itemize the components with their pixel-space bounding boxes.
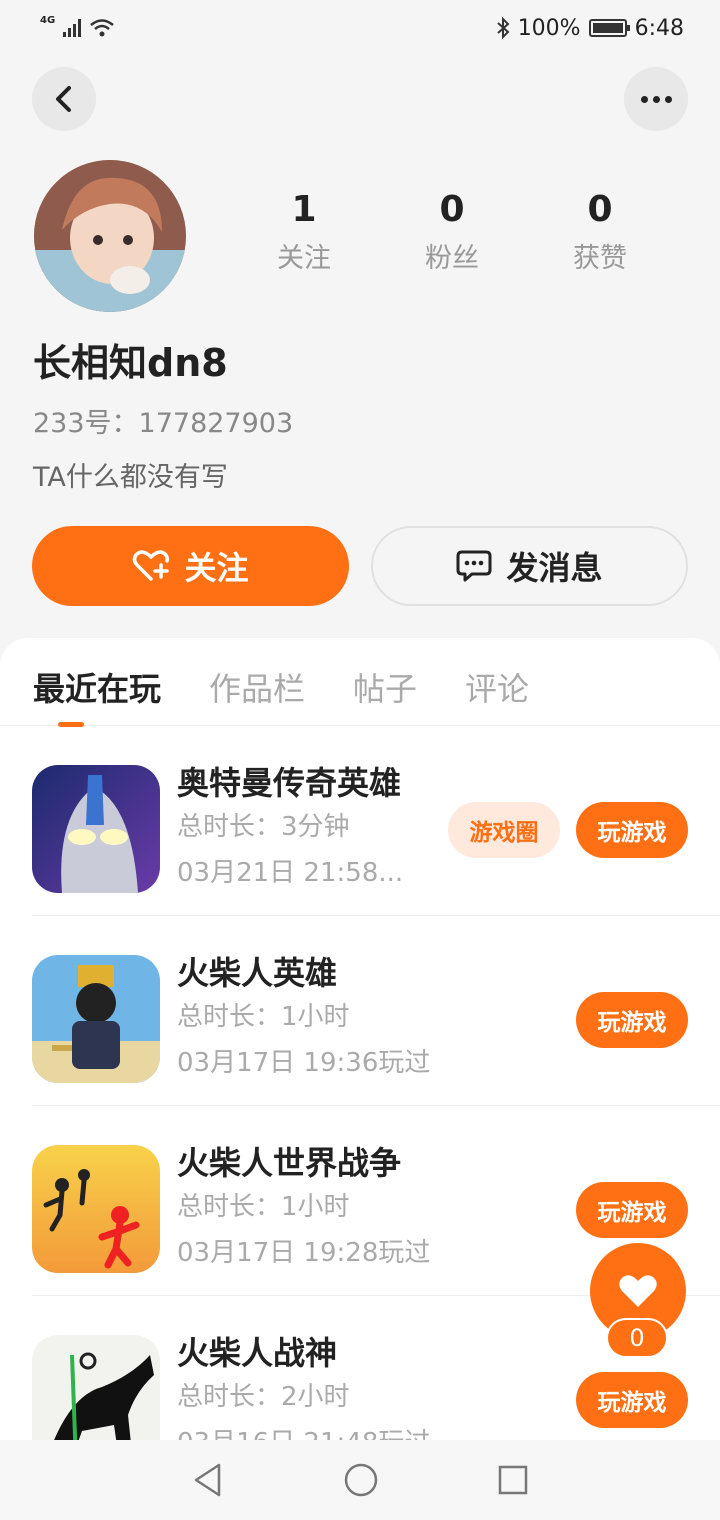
network-type-label: 4G [40,14,56,26]
play-game-button[interactable]: 玩游戏 [576,1182,688,1238]
tab-posts[interactable]: 帖子 [353,664,417,725]
chevron-left-icon [56,86,71,112]
message-button-label: 发消息 [506,549,603,587]
chat-bubble-icon [456,550,492,582]
bluetooth-icon [497,17,510,39]
game-row[interactable]: 奥特曼传奇英雄 总时长：3分钟 03月21日 21:58... 游戏圈 玩游戏 [32,726,720,916]
game-info: 火柴人英雄 总时长：1小时 03月17日 19:36玩过 [177,952,430,1086]
game-icon[interactable] [32,955,160,1083]
game-thumbnail [32,1335,160,1440]
game-thumbnail [32,765,160,893]
game-circle-button[interactable]: 游戏圈 [448,802,560,858]
bio: TA什么都没有写 [33,462,228,493]
game-last-played: 03月16日 21:48玩过 [177,1420,430,1440]
nav-back-icon[interactable] [191,1462,225,1498]
follow-button[interactable]: 关注 [32,526,349,606]
game-last-played: 03月17日 19:36玩过 [177,1048,431,1078]
game-info: 火柴人战神 总时长：2小时 03月16日 21:48玩过 [177,1332,430,1440]
status-bar: 4G 100% 6:48 [0,0,720,56]
stat-following[interactable]: 1 关注 [230,190,378,275]
game-duration: 总时长：1小时 [177,1002,350,1032]
game-thumbnail [32,1145,160,1273]
clock: 6:48 [634,15,684,41]
stat-label: 粉丝 [425,242,479,274]
stat-value: 0 [439,189,465,230]
game-duration: 总时长：1小时 [177,1192,350,1222]
tab-works[interactable]: 作品栏 [209,664,305,725]
like-count-badge: 0 [606,1318,668,1358]
game-title: 奥特曼传奇英雄 [177,764,402,802]
status-right: 100% 6:48 [496,16,684,41]
user-id: 233号：177827903 [33,408,294,439]
battery-icon [588,19,630,37]
back-button[interactable] [32,67,96,131]
more-dots-icon [640,95,672,103]
play-game-button[interactable]: 玩游戏 [576,1372,688,1428]
wifi-icon [90,19,114,37]
stat-value: 1 [291,189,317,230]
stat-fans[interactable]: 0 粉丝 [378,190,526,275]
game-info: 奥特曼传奇英雄 总时长：3分钟 03月21日 21:58... [177,762,403,896]
game-last-played: 03月17日 19:28玩过 [177,1238,431,1268]
system-nav-bar [0,1440,720,1520]
play-game-button[interactable]: 玩游戏 [576,802,688,858]
game-duration: 总时长：3分钟 [177,812,350,842]
username: 长相知dn8 [33,341,228,385]
stat-label: 获赞 [573,242,627,274]
message-button[interactable]: 发消息 [371,526,688,606]
tab-bar: 最近在玩 作品栏 帖子 评论 [0,638,720,727]
avatar[interactable] [34,160,186,312]
stat-label: 关注 [277,242,331,274]
game-last-played: 03月21日 21:58... [177,858,404,888]
game-title: 火柴人世界战争 [177,1144,402,1182]
heart-icon [619,1275,657,1307]
nav-home-icon[interactable] [343,1462,379,1498]
game-duration: 总时长：2小时 [177,1382,350,1412]
game-icon[interactable] [32,765,160,893]
game-thumbnail [32,955,160,1083]
play-game-button[interactable]: 玩游戏 [576,992,688,1048]
game-title: 火柴人战神 [177,1334,338,1372]
game-row[interactable]: 火柴人英雄 总时长：1小时 03月17日 19:36玩过 玩游戏 [32,916,720,1106]
profile-stats: 1 关注 0 粉丝 0 获赞 [230,190,674,275]
nav-recents-icon[interactable] [497,1464,529,1496]
tab-recently-played[interactable]: 最近在玩 [33,664,161,725]
status-left: 4G [40,14,115,38]
battery-percent: 100% [517,15,581,41]
game-icon[interactable] [32,1145,160,1273]
tab-comments[interactable]: 评论 [465,664,529,725]
more-button[interactable] [624,67,688,131]
follow-button-label: 关注 [184,549,249,587]
game-title: 火柴人英雄 [177,954,338,992]
signal-icon [63,19,82,37]
stat-likes[interactable]: 0 获赞 [526,190,674,275]
game-info: 火柴人世界战争 总时长：1小时 03月17日 19:28玩过 [177,1142,430,1276]
heart-plus-icon [133,550,170,581]
stat-value: 0 [587,189,613,230]
avatar-image [34,160,186,312]
game-icon[interactable] [32,1335,160,1440]
